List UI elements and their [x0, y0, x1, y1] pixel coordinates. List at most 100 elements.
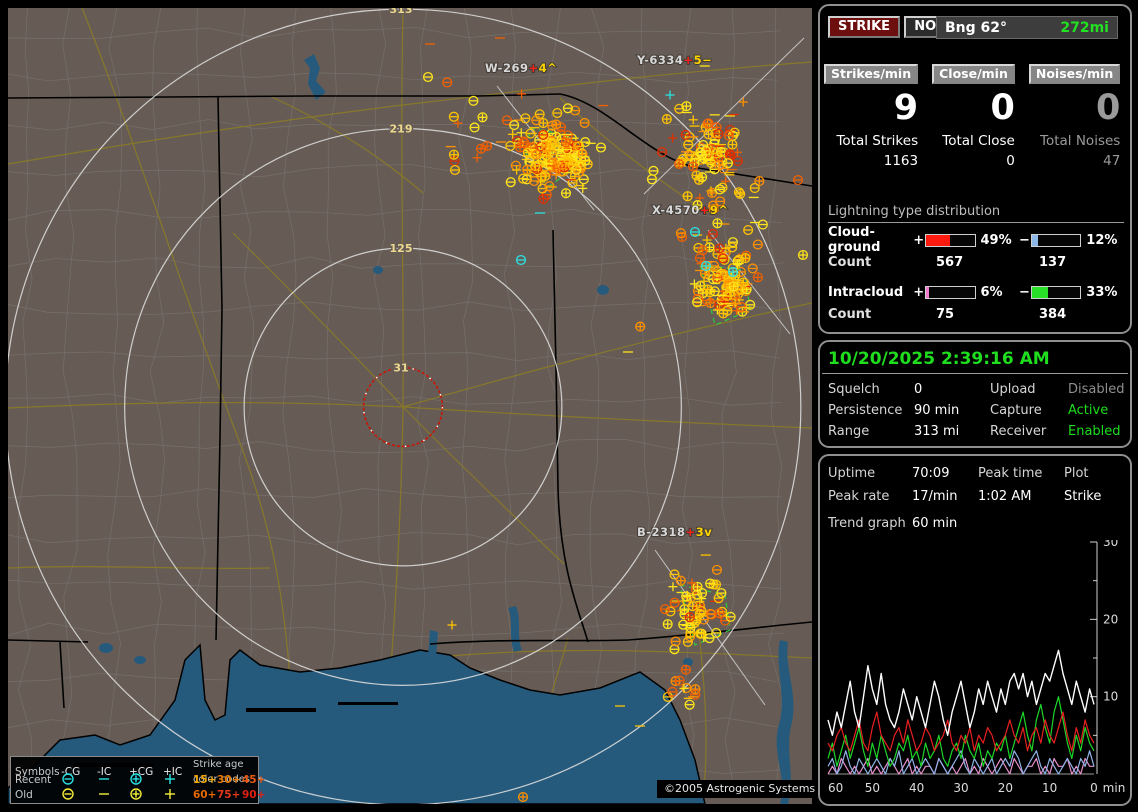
peak-rate-label: Peak rate	[828, 489, 890, 504]
ring-label-219: 219	[390, 123, 413, 136]
legend-strike-glyph	[165, 789, 175, 799]
receiver-state: Enabled	[1068, 424, 1121, 439]
cell-label-B-2318: B-2318+3v	[637, 525, 712, 539]
strike-symbol	[684, 612, 695, 623]
strikes-per-min-label[interactable]: Strikes/min	[824, 64, 919, 84]
strike-symbol	[481, 140, 493, 152]
total-strikes-value: 1163	[883, 153, 919, 169]
ring-label-125: 125	[390, 242, 413, 255]
close-per-min-label[interactable]: Close/min	[932, 64, 1015, 84]
peak-time-value: 1:02 AM	[978, 489, 1032, 504]
trend-y-tick-label: 20	[1103, 612, 1118, 626]
uptime-label: Uptime	[828, 466, 876, 481]
cell-label-Y-6334: Y-6334+5−	[636, 53, 712, 67]
strike-symbol	[538, 193, 549, 204]
uptime-grid: Uptime 70:09 Peak time Plot Peak rate 17…	[820, 456, 1130, 504]
legend-strike-glyph	[130, 773, 142, 785]
cg-positive-pct: 49%	[980, 232, 1012, 248]
cg-negative-bar-fill	[1031, 234, 1038, 246]
total-noises-label: Total Noises	[1040, 133, 1121, 149]
intracloud-row: Intracloud + 6% − 33%	[828, 283, 1124, 301]
capture-state: Active	[1068, 403, 1109, 418]
strike-toggle-button[interactable]: STRIKE	[828, 16, 901, 38]
status-panel: 10/20/2025 2:39:16 AM Squelch 0 Upload D…	[818, 340, 1132, 448]
strike-symbol	[727, 266, 739, 278]
map-canvas[interactable]: 313 219 125 31 W-269+4^ Y-6334+5− X-4570+9^ B-2…	[8, 8, 812, 804]
persistence-label: Persistence	[828, 403, 903, 418]
cg-positive-bar	[925, 233, 976, 247]
plus-sign: +	[913, 284, 925, 300]
lightning-map[interactable]: 313 219 125 31 W-269+4^ Y-6334+5− X-4570+9^ B-2…	[8, 8, 823, 804]
range-value: 313 mi	[914, 424, 960, 439]
trend-series-+CG	[827, 711, 1095, 752]
strike-symbol	[539, 171, 551, 182]
legend-symbol-p	[163, 787, 193, 804]
trend-x-tick-label: 20	[998, 781, 1013, 795]
trend-series-Total	[827, 649, 1095, 737]
legend-symbol-cm	[61, 787, 97, 804]
intracloud-label: Intracloud	[828, 284, 904, 300]
strike-symbol	[560, 137, 571, 148]
total-close-value: 0	[1006, 153, 1015, 169]
legend-row-label: Recent	[15, 774, 52, 786]
cg-negative-pct: 12%	[1086, 232, 1118, 248]
noises-per-min-label[interactable]: Noises/min	[1028, 64, 1121, 84]
legend-row-label: Old	[15, 789, 33, 801]
trend-x-tick-label: 0	[1090, 781, 1098, 795]
trend-panel: Uptime 70:09 Peak time Plot Peak rate 17…	[818, 454, 1132, 806]
distribution-title: Lightning type distribution	[828, 204, 1124, 223]
ring-label-313: 313	[390, 8, 413, 16]
squelch-label: Squelch	[828, 382, 880, 397]
strike-symbol	[738, 277, 749, 288]
plus-sign: +	[913, 232, 925, 248]
legend-strike-glyph	[99, 793, 109, 795]
legend-strike-glyph	[62, 773, 74, 785]
legend-header-row: Symbols -CG -IC +CG +IC Strike age color…	[11, 757, 258, 785]
legend-age-code: 90+	[242, 789, 266, 801]
strike-symbol	[477, 112, 488, 123]
minus-sign: −	[1019, 232, 1030, 248]
plot-mode-value: Strike	[1064, 489, 1102, 504]
trend-x-tick-label: 60	[828, 781, 843, 795]
range-label: Range	[828, 424, 870, 439]
count-label: Count	[828, 255, 872, 270]
cloud-ground-row: Cloud-ground + 49% − 12%	[828, 225, 1124, 255]
trend-x-tick-label: 50	[865, 781, 880, 795]
strike-symbol	[724, 148, 735, 159]
trend-series--CG	[827, 750, 1095, 775]
strike-symbol	[714, 160, 725, 171]
display-toggle-row: STRIKE NOISE Bng 62° 272mi	[828, 16, 1124, 40]
total-strikes-label: Total Strikes	[836, 133, 919, 149]
trend-x-unit-label: min	[1103, 781, 1126, 795]
legend-strike-glyph	[130, 788, 142, 800]
upload-label: Upload	[990, 382, 1036, 397]
cloud-ground-label: Cloud-ground	[828, 225, 881, 255]
trend-x-tick-label: 10	[1042, 781, 1057, 795]
strike-symbol	[530, 160, 541, 172]
strike-symbol	[797, 249, 809, 261]
strike-symbol	[728, 281, 739, 292]
cg-positive-bar-fill	[926, 234, 950, 246]
strike-symbol	[662, 619, 673, 630]
cg-negative-count: 137	[1039, 255, 1067, 270]
strike-symbol	[661, 114, 672, 125]
capture-label: Capture	[990, 403, 1042, 418]
cell-label-W-269: W-269+4^	[485, 61, 557, 75]
strike-symbol	[580, 155, 591, 166]
peak-rate-value: 17/min	[912, 489, 958, 504]
squelch-value: 0	[914, 382, 923, 397]
strike-symbol	[515, 142, 526, 153]
legend-row-old: Old 60+ 75+ 90+	[11, 787, 265, 804]
legend-strike-glyph	[165, 774, 175, 784]
datetime-display: 10/20/2025 2:39:16 AM	[828, 349, 1050, 369]
trend-x-tick-label: 40	[909, 781, 924, 795]
bearing-range: 272mi	[1060, 19, 1109, 36]
legend-age-code: 60+	[193, 789, 217, 801]
status-grid: Squelch 0 Upload Disabled Persistence 90…	[820, 374, 1130, 439]
plot-label: Plot	[1064, 466, 1089, 481]
bearing-readout: Bng 62° 272mi	[936, 16, 1118, 39]
cg-negative-bar	[1030, 233, 1082, 247]
ic-positive-bar-fill	[926, 286, 929, 298]
trend-series--IC	[827, 696, 1095, 767]
trend-graph-label: Trend graph	[828, 516, 906, 531]
